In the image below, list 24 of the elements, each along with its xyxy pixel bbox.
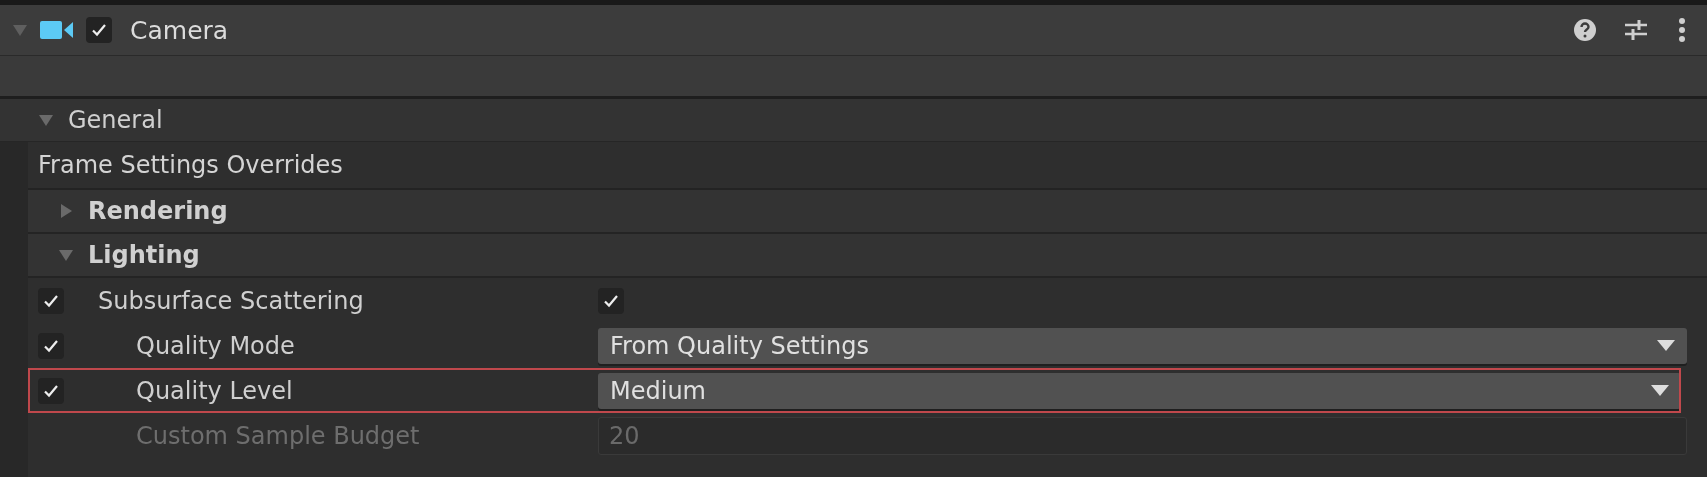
checkbox[interactable]	[38, 332, 64, 359]
dropdown-arrow-icon	[1657, 339, 1675, 352]
dropdown[interactable]: From Quality Settings	[598, 327, 1687, 364]
category-title: Lighting	[88, 241, 200, 269]
checkbox[interactable]	[598, 287, 624, 314]
field-label: Quality Level	[135, 376, 294, 405]
category-header[interactable]: Rendering	[28, 190, 1707, 234]
checkbox[interactable]	[38, 287, 64, 314]
field-label: Subsurface Scattering	[98, 286, 365, 315]
field-label: Custom Sample Budget	[135, 421, 421, 450]
settings-sliders-icon[interactable]	[1623, 17, 1649, 43]
dropdown[interactable]: Medium	[598, 372, 1681, 409]
checkbox[interactable]	[86, 17, 112, 43]
field-label: Quality Mode	[135, 331, 296, 360]
more-options-icon[interactable]	[1677, 17, 1687, 43]
video-camera-icon	[40, 19, 74, 41]
help-icon[interactable]	[1573, 18, 1597, 42]
checkbox[interactable]	[38, 377, 64, 404]
section-title: General	[68, 106, 163, 134]
category-header[interactable]: Lighting	[28, 234, 1707, 278]
dropdown-arrow-icon	[1651, 384, 1669, 397]
component-title: Camera	[130, 15, 230, 45]
category-title: Rendering	[88, 197, 228, 225]
section-header[interactable]: General	[0, 99, 1707, 142]
